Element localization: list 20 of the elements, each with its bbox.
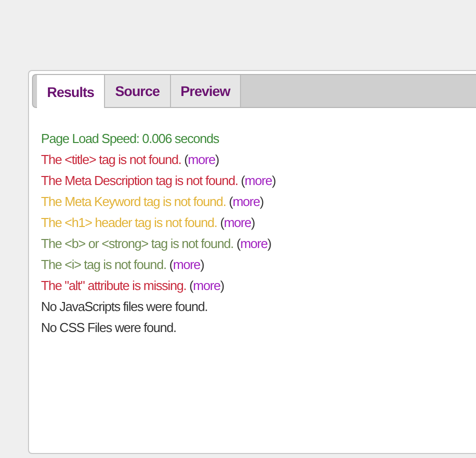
result-message: The <title> tag is not found. (more)	[41, 151, 219, 168]
result-message: No JavaScripts files were found.	[41, 298, 208, 315]
more-link[interactable]: more	[232, 194, 260, 209]
more-link[interactable]: more	[240, 236, 268, 251]
result-message: The Meta Description tag is not found. (more)	[41, 172, 276, 189]
result-message: The "alt" attribute is missing. (more)	[41, 277, 224, 294]
result-message: Page Load Speed: 0.006 seconds	[41, 130, 219, 147]
tab[interactable]: Source	[105, 75, 171, 107]
result-message: The Meta Keyword tag is not found. (more)	[41, 193, 264, 210]
result-message: No CSS Files were found.	[41, 319, 176, 336]
result-message: The <i> tag is not found. (more)	[41, 256, 204, 273]
more-link[interactable]: more	[224, 215, 252, 230]
more-link[interactable]: more	[193, 278, 220, 293]
result-message: The <h1> header tag is not found. (more)	[41, 214, 255, 231]
tab[interactable]: Results	[37, 75, 106, 108]
result-message: The <b> or <strong> tag is not found. (more)	[41, 235, 272, 252]
tab[interactable]: Preview	[170, 75, 241, 107]
more-link[interactable]: more	[244, 173, 272, 188]
more-link[interactable]: more	[172, 257, 200, 272]
more-link[interactable]: more	[188, 152, 216, 167]
